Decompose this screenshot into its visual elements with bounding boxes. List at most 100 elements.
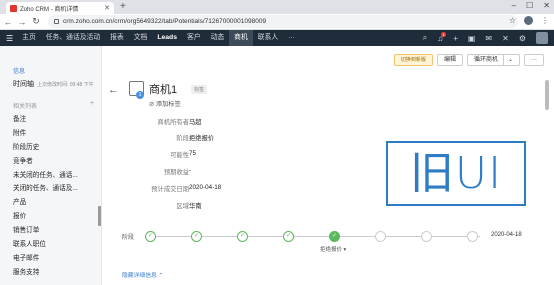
sidebar-scrollbar[interactable] [98,206,101,226]
nav-accounts[interactable]: 客户 [182,30,206,46]
nav-home[interactable]: 主页 [17,30,41,46]
nav-reports[interactable]: 报表 [105,30,129,46]
field-row: 商机所有者 马超 [102,117,362,129]
stage-node[interactable]: ✓ [283,231,294,242]
reload-icon[interactable]: ↻ [30,16,42,27]
bell-icon[interactable]: ♫ 1 [437,31,447,43]
related-list: 备注 附件 阶段历史 竞争者 未关闭的任务、通话... 关闭的任务、通话及...… [13,113,78,280]
close-tab-icon[interactable]: ✕ [104,4,110,12]
sidebar-item-products[interactable]: 产品 [13,196,78,210]
field-label: 可能性 [170,152,189,159]
notification-badge: 1 [441,31,447,37]
back-icon[interactable]: ← [2,17,14,27]
sidebar-item-quotes[interactable]: 报价 [13,210,78,224]
current-stage-name[interactable]: 拒绝报价 ▾ [320,245,346,253]
sidebar-item-emails[interactable]: 电子邮件 [13,252,78,266]
timeline-label: 时间轴 [13,81,34,88]
stage-node[interactable]: ✓ [237,231,248,242]
field-row: 可能性 75 [102,150,362,162]
back-arrow-icon[interactable]: ← [108,84,119,96]
sidebar-timeline[interactable]: 时间轴 上次修改时间: 09:48 下午 [13,79,94,89]
tab-title: Zoho CRM - 商机详情 [20,6,79,13]
stage-node[interactable]: ✓ [329,231,340,242]
url-field[interactable]: crm.zoho.com.cn/crm/org5649322/tab/Poten… [48,15,518,28]
field-value[interactable]: 75 [189,150,196,157]
field-label: 预计成交日期 [151,186,189,193]
search-icon[interactable]: ⌕ [423,33,427,43]
field-row: 区域 华南 [102,201,362,213]
sidebar-item-sales-orders[interactable]: 销售订单 [13,224,78,238]
address-bar-row: ← → ↻ crm.zoho.com.cn/crm/org5649322/tab… [0,14,554,30]
old-ui-label: 旧UI [409,148,503,199]
field-value[interactable]: 马超 [189,117,202,126]
stage-node[interactable] [375,231,386,242]
nav-more[interactable]: ··· [283,30,300,46]
record-detail: 切换到新版 编辑 循环商机 ⌄ ··· ← 1 商机1 标签 ⊘ 添加标签 商机所… [102,46,554,285]
stage-node[interactable] [421,231,432,242]
maximize-icon[interactable]: ☐ [526,1,533,10]
edit-button[interactable]: 编辑 [436,54,463,66]
sidebar-info-link[interactable]: 信息 [13,66,25,75]
sidebar-item-open-activities[interactable]: 未关闭的任务、通话... [13,169,78,183]
browser-actions: ☆ ⋮ [509,16,549,25]
stage-node[interactable]: ✓ [191,231,202,242]
sidebar-item-stage-history[interactable]: 阶段历史 [13,141,78,155]
stage-progress: 阶段 ✓ ✓ ✓ ✓ ✓ 拒绝报价 ▾ 2020-04-18 [102,227,554,253]
crm-top-nav: ☰ 主页 任务、通话及活动 报表 文档 Leads 客户 动态 商机 联系人 ·… [0,30,554,46]
lock-icon [54,19,59,24]
nav-contacts[interactable]: 联系人 [253,30,283,46]
signal-icon[interactable]: ✉ [485,34,492,43]
menu-dots-icon[interactable]: ⋮ [541,16,549,25]
add-tag-link[interactable]: ⊘ 添加标签 [149,99,181,108]
sidebar-item-notes[interactable]: 备注 [13,113,78,127]
related-list-header: 相关列表 [13,104,38,110]
nav-right-tools: ⌕ ♫ 1 + ▣ ✉ ✕ ⚙ [423,31,548,44]
field-row: 预期收益 - [102,167,362,179]
nav-leads[interactable]: Leads [152,30,182,46]
apps-icon[interactable]: ✕ [502,34,509,43]
add-tag-label: 添加标签 [155,101,181,108]
sidebar-item-cases[interactable]: 服务支持 [13,266,78,280]
nav-documents[interactable]: 文档 [129,30,153,46]
record-title: 商机1 [149,84,178,96]
hide-details-link[interactable]: 隐藏详细信息 ⌃ [122,270,163,279]
old-ui-callout: 旧UI [386,141,526,206]
field-row: 预计成交日期 2020-04-18 [102,184,362,196]
user-avatar[interactable] [536,32,548,44]
record-actions: 切换到新版 编辑 循环商机 ⌄ ··· [393,54,544,66]
chevron-down-icon[interactable]: ⌄ [502,55,513,65]
forward-icon[interactable]: → [16,17,28,27]
more-button[interactable]: ··· [524,54,544,66]
sidebar-item-competitors[interactable]: 竞争者 [13,155,78,169]
field-value[interactable]: 2020-04-18 [189,184,221,191]
nav-potentials[interactable]: 商机 [229,30,253,46]
minimize-icon[interactable]: – [512,1,516,10]
field-value[interactable]: 华南 [189,201,202,210]
new-tab-icon[interactable]: + [120,1,126,12]
hamburger-menu-icon[interactable]: ☰ [6,34,13,43]
left-sidebar: 信息 时间轴 上次修改时间: 09:48 下午 相关列表 + 备注 附件 阶段历史… [0,46,102,285]
main-scrollbar[interactable] [545,80,549,110]
add-icon[interactable]: + [453,34,458,43]
add-related-icon[interactable]: + [90,100,94,107]
browser-tab[interactable]: Zoho CRM - 商机详情 ✕ [6,2,114,14]
profile-avatar[interactable] [524,16,533,25]
field-value[interactable]: - [189,167,191,174]
clone-button-label: 循环商机 [473,57,498,63]
sidebar-item-closed-activities[interactable]: 关闭的任务、通话及... [13,182,78,196]
field-label: 区域 [176,203,189,210]
zoho-favicon-icon [10,4,17,12]
sidebar-item-attachments[interactable]: 附件 [13,127,78,141]
nav-feeds[interactable]: 动态 [206,30,230,46]
calendar-icon[interactable]: ▣ [468,34,476,43]
star-icon[interactable]: ☆ [509,16,516,25]
clone-button[interactable]: 循环商机 ⌄ [466,54,520,66]
field-value[interactable]: 拒绝报价 [189,133,214,142]
close-window-icon[interactable]: ✕ [543,1,550,10]
switch-version-button[interactable]: 切换到新版 [393,54,433,66]
stage-node[interactable] [467,231,478,242]
nav-activities[interactable]: 任务、通话及活动 [41,30,105,46]
sidebar-item-contact-roles[interactable]: 联系人职位 [13,238,78,252]
settings-icon[interactable]: ⚙ [519,34,526,43]
stage-node[interactable]: ✓ [145,231,156,242]
